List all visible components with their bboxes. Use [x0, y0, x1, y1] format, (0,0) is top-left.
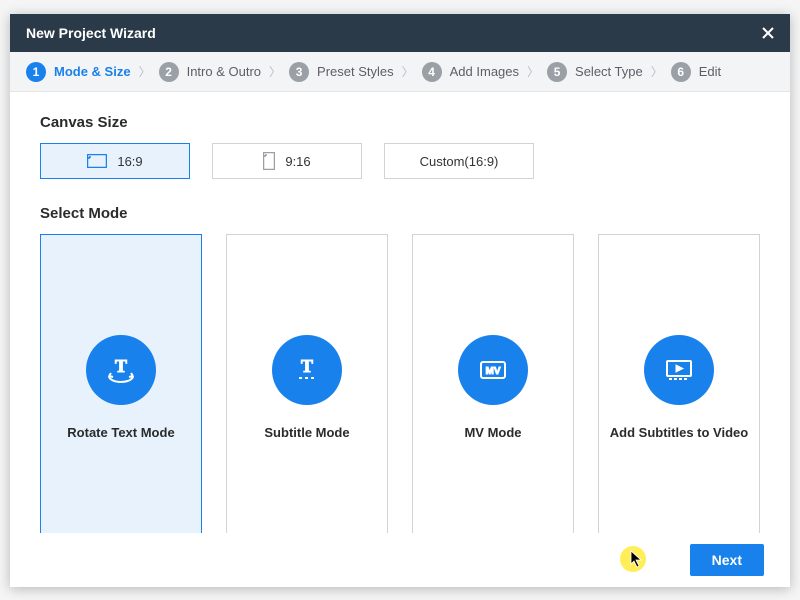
chevron-right-icon: 〉 [267, 63, 283, 80]
mv-icon: MV [458, 335, 528, 405]
video-subtitles-icon [644, 335, 714, 405]
mode-card-mv[interactable]: MV MV Mode [412, 234, 574, 533]
canvas-option-custom[interactable]: Custom(16:9) [384, 143, 534, 179]
svg-text:T: T [301, 356, 313, 376]
canvas-size-heading: Canvas Size [40, 114, 760, 131]
canvas-option-label: 9:16 [285, 154, 310, 169]
canvas-option-label: 16:9 [117, 154, 142, 169]
step-mode-and-size[interactable]: 1 Mode & Size [26, 62, 131, 82]
svg-text:MV: MV [486, 366, 501, 377]
canvas-option-16-9[interactable]: 16:9 [40, 143, 190, 179]
svg-text:T: T [115, 356, 127, 376]
wizard-step-rail: 1 Mode & Size 〉 2 Intro & Outro 〉 3 Pres… [10, 52, 790, 92]
dialog-titlebar: New Project Wizard [10, 14, 790, 52]
chevron-right-icon: 〉 [525, 63, 541, 80]
canvas-option-9-16[interactable]: 9:16 [212, 143, 362, 179]
mode-card-rotate-text[interactable]: T Rotate Text Mode [40, 234, 202, 533]
close-icon [761, 26, 775, 40]
step-edit[interactable]: 6 Edit [671, 62, 721, 82]
wizard-footer: Next [10, 533, 790, 587]
chevron-right-icon: 〉 [137, 63, 153, 80]
chevron-right-icon: 〉 [649, 63, 665, 80]
next-button[interactable]: Next [690, 544, 764, 576]
mode-card-grid: T Rotate Text Mode T Subtitle Mode [40, 234, 760, 533]
mode-card-label: Rotate Text Mode [59, 425, 182, 440]
chevron-right-icon: 〉 [400, 63, 416, 80]
subtitle-icon: T [272, 335, 342, 405]
mode-card-label: Add Subtitles to Video [602, 425, 756, 440]
new-project-wizard-dialog: New Project Wizard 1 Mode & Size 〉 2 Int… [10, 14, 790, 587]
step-preset-styles[interactable]: 3 Preset Styles [289, 62, 394, 82]
mode-card-add-subtitles-video[interactable]: Add Subtitles to Video [598, 234, 760, 533]
mode-card-label: MV Mode [456, 425, 529, 440]
mode-card-label: Subtitle Mode [256, 425, 357, 440]
wizard-content-pane: Canvas Size 16:9 9:16 Custom(16:9) Selec… [10, 92, 790, 533]
mode-card-subtitle[interactable]: T Subtitle Mode [226, 234, 388, 533]
canvas-option-label: Custom(16:9) [420, 154, 499, 169]
close-button[interactable] [758, 23, 778, 43]
landscape-aspect-icon [87, 154, 107, 168]
dialog-title: New Project Wizard [26, 25, 156, 41]
canvas-size-options: 16:9 9:16 Custom(16:9) [40, 143, 760, 179]
select-mode-heading: Select Mode [40, 205, 760, 222]
rotate-text-icon: T [86, 335, 156, 405]
step-select-type[interactable]: 5 Select Type [547, 62, 643, 82]
step-intro-outro[interactable]: 2 Intro & Outro [159, 62, 261, 82]
step-add-images[interactable]: 4 Add Images [422, 62, 519, 82]
portrait-aspect-icon [263, 152, 275, 170]
